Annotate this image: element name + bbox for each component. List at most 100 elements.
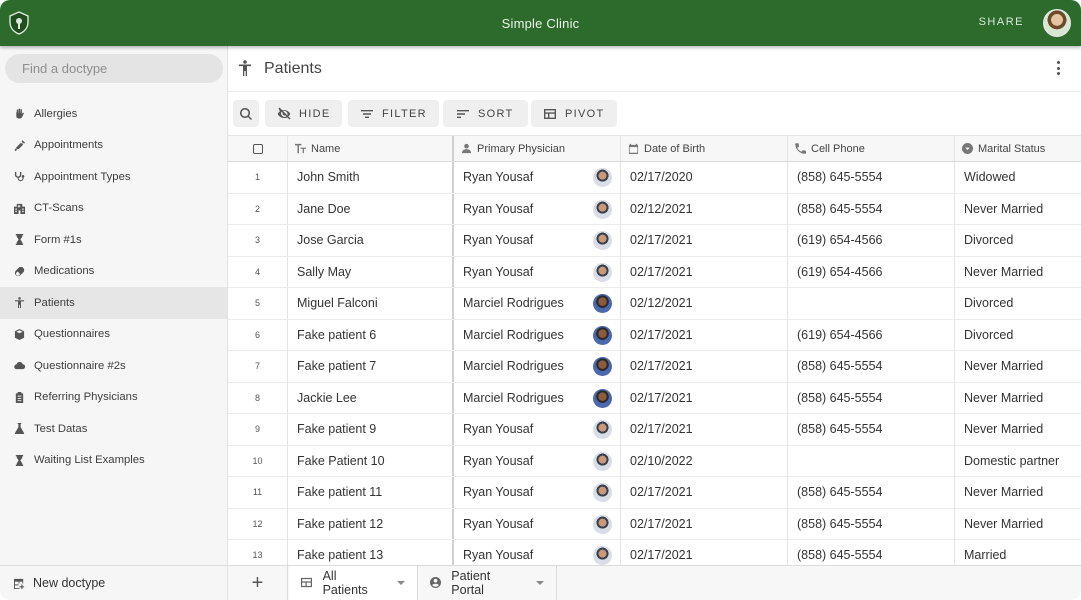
cell-name[interactable]: Fake patient 11: [288, 477, 454, 508]
cell-cell-phone[interactable]: [788, 445, 955, 476]
cell-cell-phone[interactable]: (858) 645-5554: [788, 508, 955, 539]
table-row[interactable]: 13 Fake patient 13 Ryan Yousaf 02/17/2021 (8…: [228, 540, 1081, 565]
cell-cell-phone[interactable]: (619) 654-4566: [788, 225, 955, 256]
cell-primary-physician[interactable]: Ryan Yousaf: [454, 477, 621, 508]
cell-marital-status[interactable]: Never Married: [955, 351, 1081, 382]
cell-date-of-birth[interactable]: 02/17/2020: [621, 162, 788, 193]
cell-date-of-birth[interactable]: 02/17/2021: [621, 540, 788, 565]
cell-name[interactable]: Fake patient 7: [288, 351, 454, 382]
add-view-button[interactable]: +: [228, 566, 288, 600]
cell-marital-status[interactable]: Divorced: [955, 320, 1081, 351]
cell-marital-status[interactable]: Domestic partner: [955, 446, 1081, 477]
sidebar-item-questionnaires[interactable]: Questionnaires: [0, 319, 227, 351]
cell-name[interactable]: Sally May: [288, 256, 454, 287]
sidebar-item-ct-scans[interactable]: CT-Scans: [0, 193, 227, 225]
cell-date-of-birth[interactable]: 02/17/2021: [621, 414, 788, 445]
cell-date-of-birth[interactable]: 02/10/2022: [621, 445, 788, 476]
tab-all-patients[interactable]: All Patients: [289, 566, 418, 600]
sidebar-item-patients[interactable]: Patients: [0, 287, 227, 319]
cell-date-of-birth[interactable]: 02/17/2021: [621, 319, 788, 350]
cell-name[interactable]: Fake patient 9: [288, 414, 454, 445]
cell-primary-physician[interactable]: Marciel Rodrigues: [454, 351, 621, 382]
cell-name[interactable]: Jackie Lee: [288, 382, 454, 413]
cell-primary-physician[interactable]: Ryan Yousaf: [454, 414, 621, 445]
table-row[interactable]: 12 Fake patient 12 Ryan Yousaf 02/17/2021 (8…: [228, 508, 1081, 540]
cell-marital-status[interactable]: Married: [955, 540, 1081, 565]
cell-cell-phone[interactable]: (858) 645-5554: [788, 540, 955, 565]
cell-cell-phone[interactable]: (858) 645-5554: [788, 477, 955, 508]
cell-date-of-birth[interactable]: 02/12/2021: [621, 193, 788, 224]
table-row[interactable]: 2 Jane Doe Ryan Yousaf 02/12/2021 (858) 645-…: [228, 193, 1081, 225]
cell-date-of-birth[interactable]: 02/17/2021: [621, 477, 788, 508]
cell-name[interactable]: Jose Garcia: [288, 225, 454, 256]
sidebar-item-appointment-types[interactable]: Appointment Types: [0, 161, 227, 193]
cell-cell-phone[interactable]: (619) 654-4566: [788, 256, 955, 287]
select-all-checkbox[interactable]: [228, 136, 288, 161]
hide-button[interactable]: HIDE: [265, 100, 343, 127]
cell-cell-phone[interactable]: (619) 654-4566: [788, 319, 955, 350]
cell-primary-physician[interactable]: Ryan Yousaf: [454, 508, 621, 539]
table-row[interactable]: 9 Fake patient 9 Ryan Yousaf 02/17/2021 (858…: [228, 414, 1081, 446]
sidebar-item-questionnaire-2s[interactable]: Questionnaire #2s: [0, 350, 227, 382]
chevron-down-icon[interactable]: [397, 581, 405, 585]
cell-name[interactable]: Fake patient 6: [288, 319, 454, 350]
cell-primary-physician[interactable]: Ryan Yousaf: [454, 162, 621, 193]
sidebar-item-allergies[interactable]: Allergies: [0, 98, 227, 130]
cell-name[interactable]: Fake Patient 10: [288, 445, 454, 476]
cell-marital-status[interactable]: Never Married: [955, 257, 1081, 288]
cell-marital-status[interactable]: Never Married: [955, 383, 1081, 414]
sort-button[interactable]: SORT: [443, 100, 528, 127]
sidebar-item-form-1s[interactable]: Form #1s: [0, 224, 227, 256]
cell-marital-status[interactable]: Never Married: [955, 414, 1081, 445]
cell-name[interactable]: Fake patient 12: [288, 508, 454, 539]
doctype-search-input[interactable]: [5, 54, 223, 83]
cell-name[interactable]: John Smith: [288, 162, 454, 193]
cell-marital-status[interactable]: Widowed: [955, 162, 1081, 193]
filter-button[interactable]: FILTER: [348, 100, 439, 127]
share-button[interactable]: SHARE: [979, 16, 1024, 28]
user-avatar[interactable]: [1043, 9, 1071, 37]
table-row[interactable]: 4 Sally May Ryan Yousaf 02/17/2021 (619) 654…: [228, 256, 1081, 288]
table-row[interactable]: 6 Fake patient 6 Marciel Rodrigues 02/17/20…: [228, 319, 1081, 351]
cell-primary-physician[interactable]: Ryan Yousaf: [454, 445, 621, 476]
cell-cell-phone[interactable]: (858) 645-5554: [788, 193, 955, 224]
cell-primary-physician[interactable]: Ryan Yousaf: [454, 256, 621, 287]
cell-cell-phone[interactable]: (858) 645-5554: [788, 351, 955, 382]
cell-date-of-birth[interactable]: 02/17/2021: [621, 508, 788, 539]
search-button[interactable]: [233, 100, 259, 127]
cell-primary-physician[interactable]: Ryan Yousaf: [454, 540, 621, 565]
sidebar-item-referring-physicians[interactable]: Referring Physicians: [0, 382, 227, 414]
cell-primary-physician[interactable]: Marciel Rodrigues: [454, 319, 621, 350]
cell-name[interactable]: Miguel Falconi: [288, 288, 454, 319]
cell-marital-status[interactable]: Never Married: [955, 477, 1081, 508]
cell-primary-physician[interactable]: Marciel Rodrigues: [454, 288, 621, 319]
cell-cell-phone[interactable]: (858) 645-5554: [788, 414, 955, 445]
pivot-button[interactable]: PIVOT: [531, 100, 617, 127]
sidebar-item-medications[interactable]: Medications: [0, 256, 227, 288]
cell-marital-status[interactable]: Never Married: [955, 509, 1081, 540]
cell-date-of-birth[interactable]: 02/17/2021: [621, 382, 788, 413]
column-header-date-of-birth[interactable]: Date of Birth: [621, 136, 788, 161]
table-row[interactable]: 1 John Smith Ryan Yousaf 02/17/2020 (858) 64…: [228, 162, 1081, 194]
cell-date-of-birth[interactable]: 02/17/2021: [621, 351, 788, 382]
column-header-marital-status[interactable]: Marital Status: [955, 136, 1081, 161]
table-row[interactable]: 3 Jose Garcia Ryan Yousaf 02/17/2021 (619) 6…: [228, 225, 1081, 257]
cell-cell-phone[interactable]: (858) 645-5554: [788, 382, 955, 413]
table-row[interactable]: 8 Jackie Lee Marciel Rodrigues 02/17/2021 (8…: [228, 382, 1081, 414]
cell-marital-status[interactable]: Never Married: [955, 194, 1081, 225]
cell-cell-phone[interactable]: [788, 288, 955, 319]
cell-primary-physician[interactable]: Ryan Yousaf: [454, 225, 621, 256]
cell-date-of-birth[interactable]: 02/12/2021: [621, 288, 788, 319]
column-header-cell-phone[interactable]: Cell Phone: [788, 136, 955, 161]
more-vert-icon[interactable]: [1055, 61, 1061, 75]
cell-name[interactable]: Fake patient 13: [288, 540, 454, 565]
column-header-primary-physician[interactable]: Primary Physician: [454, 136, 621, 161]
table-row[interactable]: 11 Fake patient 11 Ryan Yousaf 02/17/2021 (8…: [228, 477, 1081, 509]
table-row[interactable]: 10 Fake Patient 10 Ryan Yousaf 02/10/2022 Do…: [228, 445, 1081, 477]
table-row[interactable]: 7 Fake patient 7 Marciel Rodrigues 02/17/20…: [228, 351, 1081, 383]
cell-marital-status[interactable]: Divorced: [955, 288, 1081, 319]
cell-date-of-birth[interactable]: 02/17/2021: [621, 225, 788, 256]
cell-name[interactable]: Jane Doe: [288, 193, 454, 224]
chevron-down-icon[interactable]: [536, 581, 544, 585]
sidebar-item-appointments[interactable]: Appointments: [0, 130, 227, 162]
